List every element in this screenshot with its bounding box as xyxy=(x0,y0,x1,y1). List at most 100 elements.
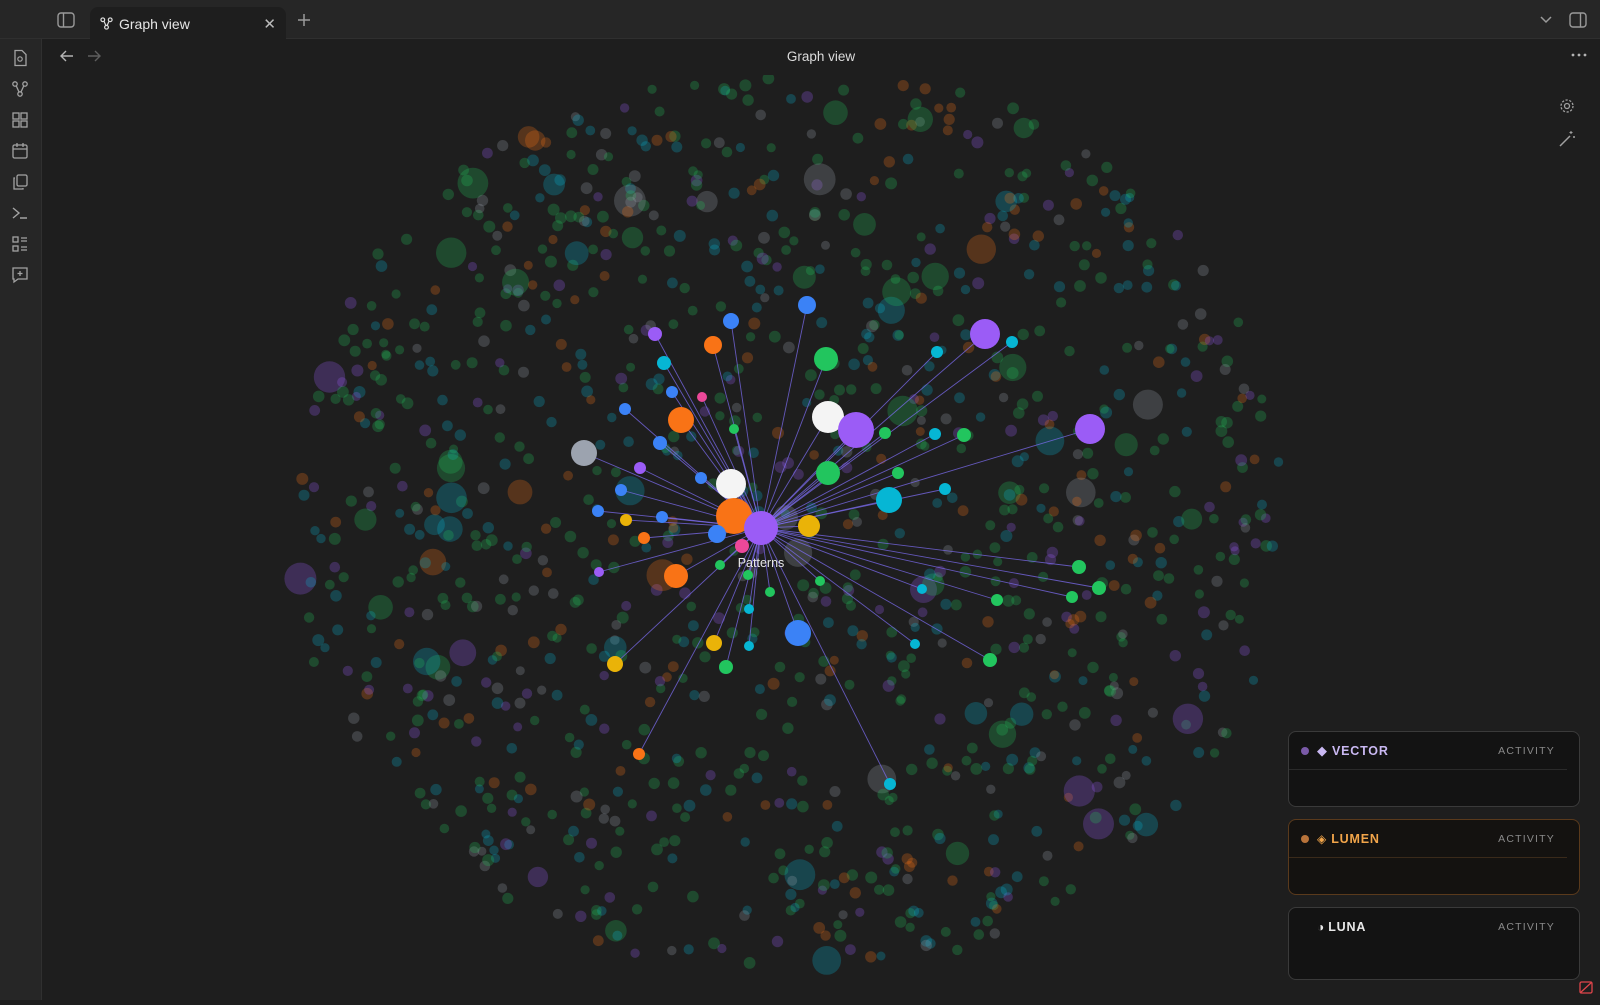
graph-node xyxy=(547,630,558,642)
graph-node xyxy=(607,412,617,423)
graph-node xyxy=(852,132,864,144)
graph-node xyxy=(1120,492,1131,503)
graph-node xyxy=(695,747,707,759)
graph-node xyxy=(1065,619,1075,629)
list-icon[interactable] xyxy=(11,235,31,255)
canvas-icon[interactable] xyxy=(11,111,31,131)
graph-node xyxy=(667,777,680,789)
graph-node xyxy=(989,928,1000,939)
graph-node xyxy=(1118,629,1128,639)
graph-node xyxy=(312,390,325,403)
calendar-icon[interactable] xyxy=(11,142,31,162)
graph-node xyxy=(751,302,762,313)
graph-node xyxy=(397,480,408,492)
graph-node xyxy=(1266,540,1278,552)
graph-node xyxy=(1273,457,1284,467)
graph-node xyxy=(1204,501,1215,513)
graph-node xyxy=(959,566,972,578)
graph-node xyxy=(689,690,700,701)
sync-error-icon[interactable] xyxy=(1578,979,1594,995)
graph-node xyxy=(1146,238,1157,249)
gear-icon[interactable] xyxy=(1558,97,1578,117)
terminal-icon[interactable] xyxy=(11,204,31,224)
graph-node xyxy=(686,601,697,612)
graph-node xyxy=(513,794,524,804)
right-sidebar-toggle-icon[interactable] xyxy=(1568,10,1588,30)
graph-node xyxy=(519,157,530,169)
graph-node xyxy=(785,888,797,901)
graph-node xyxy=(815,264,825,275)
graph-node xyxy=(846,384,857,395)
more-options-icon[interactable] xyxy=(1570,46,1588,64)
magic-wand-icon[interactable] xyxy=(1558,130,1578,150)
graph-node xyxy=(1120,583,1132,595)
graph-node xyxy=(801,91,813,103)
graph-node xyxy=(639,661,652,674)
graph-node xyxy=(876,951,886,961)
graph-node xyxy=(882,884,895,896)
graph-node xyxy=(394,639,405,650)
graph-node xyxy=(838,84,850,96)
graph-node xyxy=(437,592,449,604)
graph-node xyxy=(907,106,933,132)
graph-node xyxy=(541,314,551,325)
graph-node xyxy=(375,260,388,272)
copy-icon[interactable] xyxy=(11,173,31,193)
graph-node xyxy=(651,134,663,146)
graph-node xyxy=(999,353,1027,382)
graph-node xyxy=(419,557,431,569)
graph-node xyxy=(902,873,913,885)
graph-node xyxy=(956,443,967,454)
graph-node xyxy=(425,356,436,367)
graph-node xyxy=(419,321,430,332)
graph-node xyxy=(1036,503,1046,513)
graph-node xyxy=(809,450,819,460)
graph-node xyxy=(607,534,619,546)
graph-icon[interactable] xyxy=(11,80,31,100)
graph-node xyxy=(865,871,878,884)
graph-node xyxy=(986,784,996,794)
view-header: Graph view xyxy=(42,39,1600,75)
graph-node xyxy=(627,126,637,136)
graph-node xyxy=(1035,633,1046,645)
graph-node xyxy=(731,402,742,413)
graph-node xyxy=(1154,542,1166,554)
activity-label[interactable]: ACTIVITY xyxy=(1498,745,1555,757)
graph-node xyxy=(303,612,315,623)
close-icon[interactable]: ✕ xyxy=(263,15,276,33)
graph-node xyxy=(943,545,953,555)
graph-node xyxy=(929,428,941,440)
chevron-down-icon[interactable] xyxy=(1536,10,1556,30)
graph-node xyxy=(600,128,612,139)
graph-node xyxy=(414,360,425,370)
lumen-panel[interactable]: ◈ LUMEN ACTIVITY xyxy=(1288,819,1580,895)
graph-node xyxy=(668,319,679,330)
graph-node xyxy=(960,284,971,295)
graph-node xyxy=(844,679,855,690)
graph-node xyxy=(574,852,585,863)
graph-node xyxy=(790,902,800,913)
tab-graph-view[interactable]: Graph view ✕ xyxy=(90,7,286,40)
activity-label[interactable]: ACTIVITY xyxy=(1498,921,1555,933)
graph-node xyxy=(410,501,421,512)
graph-node xyxy=(982,222,993,233)
graph-node xyxy=(500,319,512,332)
new-tab-icon[interactable] xyxy=(294,10,314,30)
activity-label[interactable]: ACTIVITY xyxy=(1498,833,1555,845)
graph-node xyxy=(953,168,964,179)
graph-node xyxy=(379,338,389,348)
comment-plus-icon[interactable] xyxy=(11,266,31,286)
graph-node xyxy=(521,817,531,827)
graph-node xyxy=(514,441,525,452)
graph-node xyxy=(907,271,919,284)
graph-node xyxy=(366,624,377,634)
graph-node xyxy=(919,83,931,95)
vector-panel[interactable]: ◆ VECTOR ACTIVITY xyxy=(1288,731,1580,807)
sidebar-toggle-icon[interactable] xyxy=(56,10,76,30)
graph-node xyxy=(1122,280,1133,290)
graph-node xyxy=(587,164,599,175)
graph-node xyxy=(723,313,739,329)
graph-node xyxy=(1013,407,1025,419)
open-file-icon[interactable] xyxy=(11,49,31,69)
luna-panel[interactable]: ◑ LUNA ACTIVITY xyxy=(1288,907,1580,980)
